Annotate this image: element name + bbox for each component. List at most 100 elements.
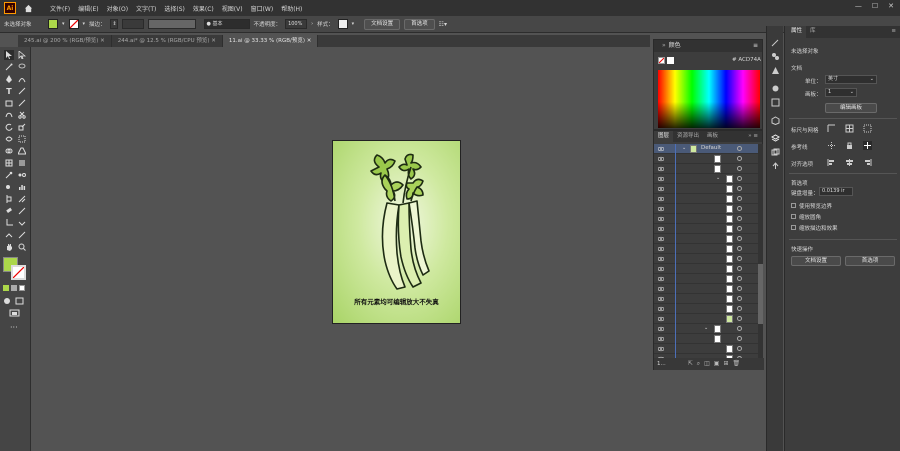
eye-icon[interactable]	[658, 276, 664, 282]
align-right-icon[interactable]	[863, 158, 872, 167]
eye-icon[interactable]	[658, 326, 664, 332]
stroke-color-swatch[interactable]	[11, 265, 26, 280]
draw-inside-icon[interactable]	[15, 297, 25, 305]
chevron-down-icon[interactable]: ▾	[352, 21, 355, 27]
target-icon[interactable]	[737, 236, 742, 241]
expand-icon[interactable]: ⌄	[716, 175, 720, 181]
target-icon[interactable]	[737, 176, 742, 181]
target-icon[interactable]	[737, 196, 742, 201]
stroke-width-dropdown[interactable]	[121, 19, 144, 29]
target-icon[interactable]	[737, 206, 742, 211]
target-icon[interactable]	[737, 316, 742, 321]
guides-icon[interactable]	[827, 141, 836, 150]
target-icon[interactable]	[737, 216, 742, 221]
layer-row[interactable]	[654, 334, 758, 344]
variable-width-profile[interactable]	[147, 19, 196, 29]
stroke-swatch-small[interactable]	[658, 57, 665, 64]
tab-245[interactable]: 245.ai @ 200 % (RGB/预览) ✕	[18, 35, 112, 47]
shaper-tool-icon[interactable]	[4, 110, 14, 120]
target-icon[interactable]	[737, 166, 742, 171]
panel-menu-icon[interactable]: ≡	[753, 40, 758, 52]
layer-row[interactable]	[654, 274, 758, 284]
menu-edit[interactable]: 编辑(E)	[78, 4, 98, 13]
hex-value[interactable]: # ACD74A	[732, 57, 761, 63]
layer-row[interactable]	[654, 224, 758, 234]
style-swatch[interactable]	[337, 19, 348, 29]
menu-help[interactable]: 帮助(H)	[281, 4, 302, 13]
chevron-right-icon[interactable]: ›	[311, 21, 313, 27]
scale-strokes-checkbox[interactable]	[791, 225, 796, 230]
layer-row[interactable]	[654, 254, 758, 264]
eye-icon[interactable]	[658, 316, 664, 322]
pixel-grid-icon[interactable]	[863, 124, 872, 133]
artboard[interactable]: 所有元素均可编辑放大不失真	[332, 140, 461, 324]
target-icon[interactable]	[737, 156, 742, 161]
target-icon[interactable]	[737, 266, 742, 271]
paintbrush-tool-icon[interactable]	[17, 98, 27, 108]
eraser-tool-icon[interactable]	[4, 230, 14, 240]
menu-effect[interactable]: 效果(C)	[193, 4, 214, 13]
menu-type[interactable]: 文字(T)	[136, 4, 156, 13]
width-tool-icon[interactable]	[4, 134, 14, 144]
expand-icon[interactable]: ⌄	[682, 145, 686, 151]
layer-row[interactable]	[654, 194, 758, 204]
artboard-crop-tool-icon[interactable]	[4, 218, 14, 228]
lasso-tool-icon[interactable]	[17, 62, 27, 72]
grid-icon[interactable]	[845, 124, 854, 133]
layer-row[interactable]	[654, 314, 758, 324]
brush-panel-icon[interactable]	[771, 38, 780, 47]
layer-row[interactable]	[654, 344, 758, 354]
menu-select[interactable]: 选择(S)	[164, 4, 185, 13]
shape-builder-tool-icon[interactable]	[4, 146, 14, 156]
eye-icon[interactable]	[658, 336, 664, 342]
zoom-tool-icon[interactable]	[17, 242, 27, 252]
scale-tool-icon[interactable]	[17, 122, 27, 132]
layer-row[interactable]	[654, 154, 758, 164]
layer-name[interactable]: Default	[701, 145, 721, 151]
blend-tool-icon[interactable]	[17, 170, 27, 180]
minimize-button[interactable]: —	[855, 2, 862, 10]
scale-corners-checkbox[interactable]	[791, 214, 796, 219]
eye-icon[interactable]	[658, 256, 664, 262]
layer-row[interactable]: ⌄	[654, 174, 758, 184]
artboard-tool-icon[interactable]	[4, 194, 14, 204]
measure-tool-icon[interactable]	[17, 230, 27, 240]
pen-tool-icon[interactable]	[4, 74, 14, 84]
eye-icon[interactable]	[658, 176, 664, 182]
expand-icon[interactable]: ⌄	[704, 325, 708, 331]
layer-row-default[interactable]: ⌄ Default	[654, 144, 758, 154]
layer-actions-icon[interactable]: ⇱⌕◫▣⊞🗑	[688, 360, 744, 368]
eye-icon[interactable]	[658, 296, 664, 302]
layer-row[interactable]	[654, 204, 758, 214]
graphic-styles-panel-icon[interactable]	[771, 66, 780, 75]
eye-icon[interactable]	[658, 196, 664, 202]
layers-scrollbar[interactable]	[758, 144, 763, 358]
color-mode-icon[interactable]	[3, 285, 9, 291]
mesh-tool-icon[interactable]	[4, 158, 14, 168]
quick-preferences-button[interactable]: 首选项	[845, 256, 895, 266]
artboard-dropdown[interactable]: 1 ⌄	[825, 88, 857, 97]
symbol-sprayer-tool-icon[interactable]	[4, 182, 14, 192]
line-tool-icon[interactable]	[17, 86, 27, 96]
menu-view[interactable]: 视图(V)	[222, 4, 243, 13]
target-icon[interactable]	[737, 276, 742, 281]
layer-row[interactable]	[654, 214, 758, 224]
eye-icon[interactable]	[658, 226, 664, 232]
menu-file[interactable]: 文件(F)	[50, 4, 70, 13]
rectangle-tool-icon[interactable]	[4, 98, 14, 108]
menu-object[interactable]: 对象(O)	[107, 4, 128, 13]
edit-artboards-button[interactable]: 编辑画板	[825, 103, 877, 113]
maximize-button[interactable]: ☐	[872, 2, 878, 10]
gradient-tool-icon[interactable]	[17, 158, 27, 168]
layers-panel-icon[interactable]	[771, 134, 780, 143]
ruler-icon[interactable]	[827, 124, 836, 133]
layer-row[interactable]	[654, 284, 758, 294]
eye-icon[interactable]	[658, 166, 664, 172]
screen-mode-icon[interactable]	[9, 309, 21, 317]
magic-wand-tool-icon[interactable]	[4, 62, 14, 72]
target-icon[interactable]	[737, 286, 742, 291]
column-graph-tool-icon[interactable]	[17, 182, 27, 192]
lock-guides-icon[interactable]	[845, 141, 854, 150]
type-tool-icon[interactable]: T	[4, 86, 14, 96]
celery-illustration[interactable]	[351, 153, 445, 293]
